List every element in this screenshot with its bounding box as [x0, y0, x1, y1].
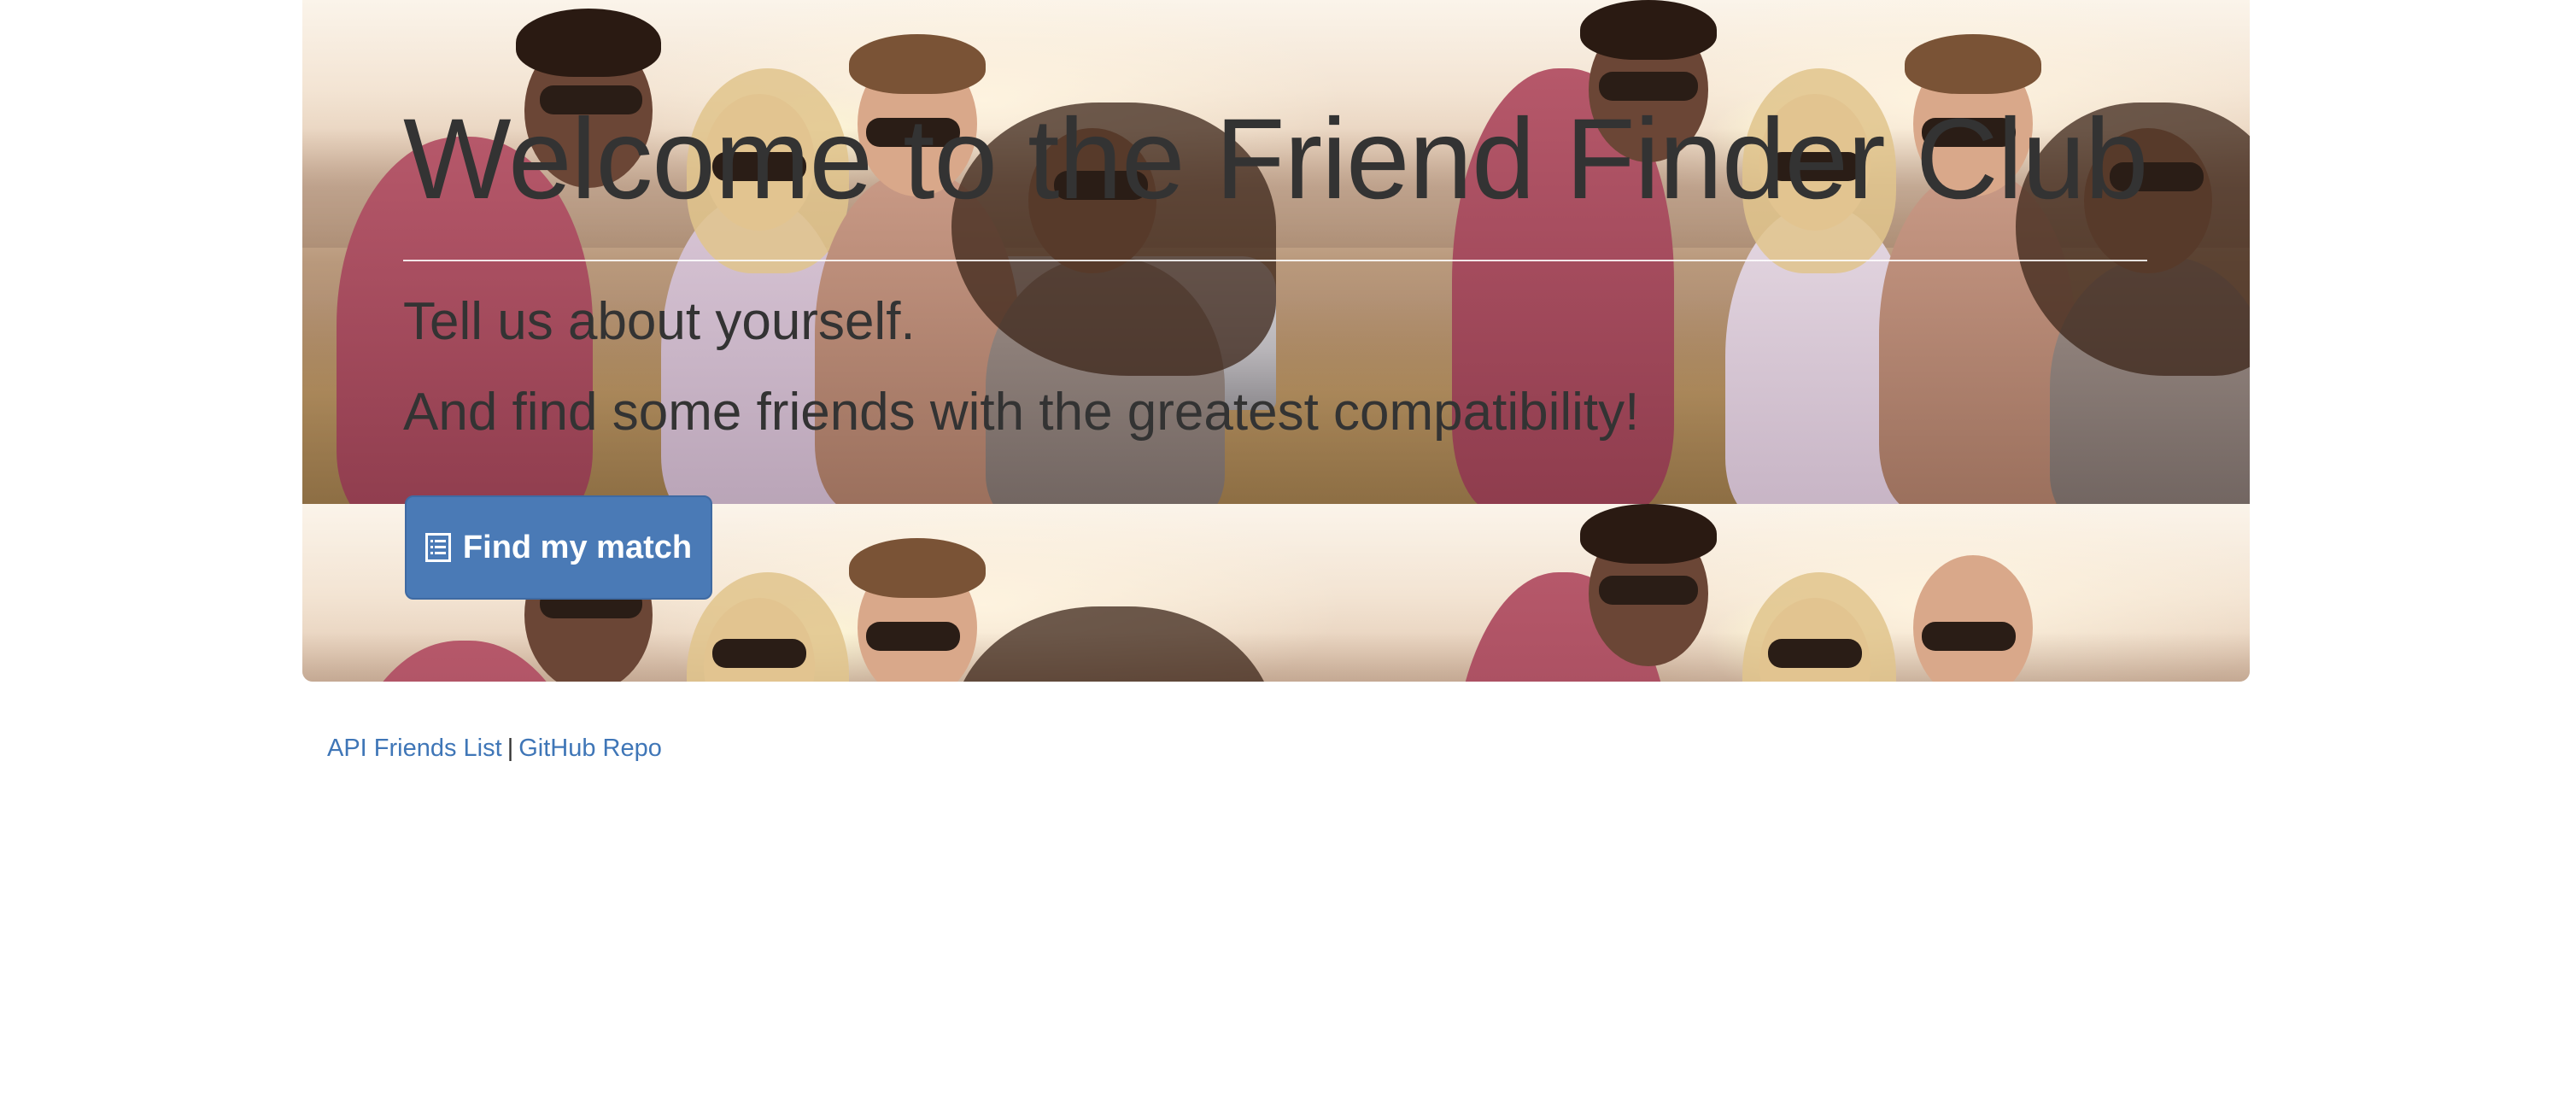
footer-separator: | [506, 735, 514, 762]
hero-subtitle-find-friends: And find some friends with the greatest … [403, 383, 1640, 442]
api-friends-list-link[interactable]: API Friends List [327, 735, 502, 762]
find-my-match-button[interactable]: Find my match [405, 495, 712, 600]
photo-tile [1401, 504, 2250, 682]
hero-subtitle-tell-us: Tell us about yourself. [403, 292, 916, 351]
title-divider [403, 260, 2147, 261]
github-repo-link[interactable]: GitHub Repo [518, 735, 662, 762]
page: Welcome to the Friend Finder Club Tell u… [0, 0, 2576, 1095]
page-title: Welcome to the Friend Finder Club [403, 96, 2148, 223]
list-alt-icon [424, 533, 451, 562]
footer-links: API Friends List | GitHub Repo [327, 735, 662, 763]
find-my-match-label: Find my match [462, 529, 693, 565]
